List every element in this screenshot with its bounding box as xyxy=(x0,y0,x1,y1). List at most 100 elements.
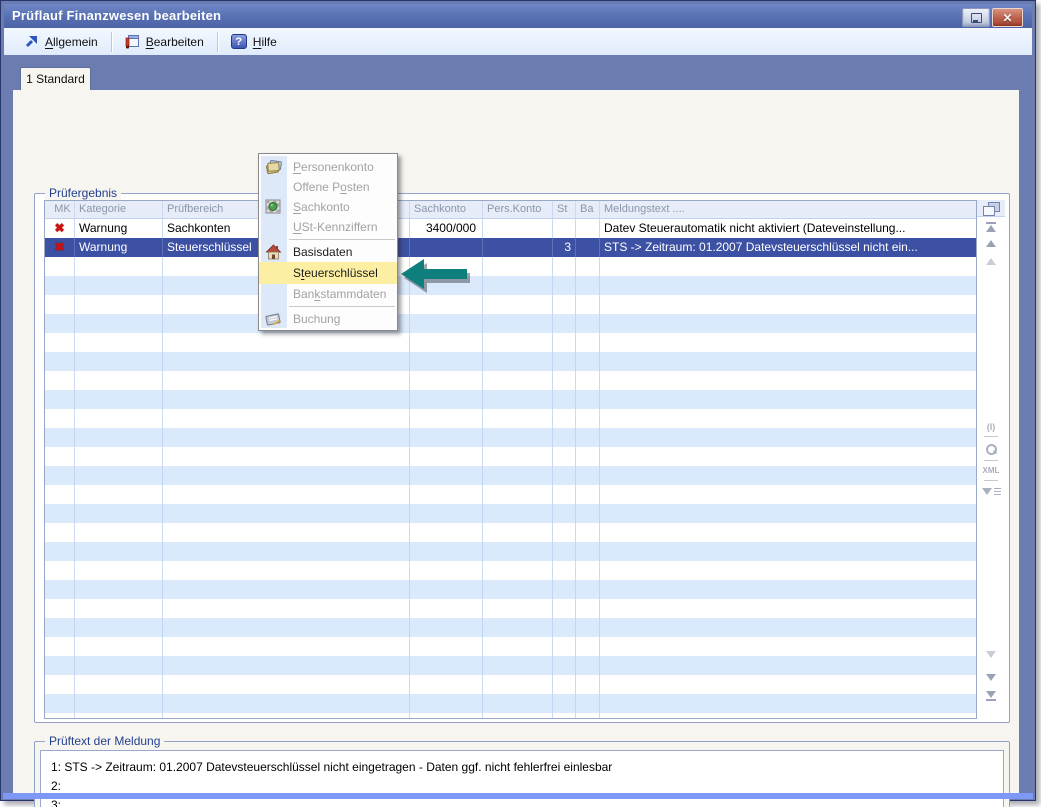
table-cell xyxy=(600,542,972,561)
count-icon[interactable]: (I) xyxy=(977,422,1005,432)
table-cell xyxy=(483,542,553,561)
menu-item-ust-kennziffern[interactable]: USt-Kennziffern xyxy=(259,217,397,237)
column-header-ba[interactable]: Ba xyxy=(576,201,600,218)
minimize-button[interactable] xyxy=(962,8,990,27)
menu-item-sachkonto[interactable]: Sachkonto xyxy=(259,197,397,217)
scroll-top-icon[interactable] xyxy=(977,221,1005,232)
table-cell xyxy=(45,599,75,618)
table-cell xyxy=(163,637,410,656)
table-cell xyxy=(483,504,553,523)
table-cell xyxy=(553,561,576,580)
table-row-empty[interactable] xyxy=(45,694,976,713)
table-cell xyxy=(410,485,483,504)
table-row-empty[interactable] xyxy=(45,314,976,333)
error-x-icon: ✖ xyxy=(54,240,64,254)
table-row-empty[interactable] xyxy=(45,485,976,504)
table-cell xyxy=(600,485,972,504)
table-row-empty[interactable] xyxy=(45,447,976,466)
table-row[interactable]: ✖ Warnung Sachkonten 3400/000 Datev Steu… xyxy=(45,219,976,238)
table-cell xyxy=(75,504,163,523)
table-cell xyxy=(576,504,600,523)
ba-cell xyxy=(576,219,600,238)
table-row-empty[interactable] xyxy=(45,504,976,523)
page-up-icon[interactable] xyxy=(977,258,1005,265)
table-cell xyxy=(483,257,553,276)
table-row-empty[interactable] xyxy=(45,276,976,295)
menu-item-buchung[interactable]: Buchung xyxy=(259,309,397,329)
table-row-empty[interactable] xyxy=(45,637,976,656)
column-header-meldungstext[interactable]: Meldungstext .... xyxy=(600,201,972,218)
table-row-selected[interactable]: ✖ Warnung Steuerschlüssel 3 STS -> Zeitr… xyxy=(45,238,976,257)
table-cell xyxy=(600,409,972,428)
table-cell xyxy=(483,618,553,637)
table-row-empty[interactable] xyxy=(45,561,976,580)
table-row-empty[interactable] xyxy=(45,675,976,694)
field-chooser-area xyxy=(977,200,1005,217)
scroll-down-icon[interactable] xyxy=(977,674,1005,681)
table-cell xyxy=(75,713,163,719)
scroll-up-icon[interactable] xyxy=(977,240,1005,247)
table-row-empty[interactable] xyxy=(45,352,976,371)
sachkonto-cell: 3400/000 xyxy=(410,219,483,238)
field-chooser-icon[interactable] xyxy=(983,202,999,215)
table-cell xyxy=(410,390,483,409)
table-row-empty[interactable] xyxy=(45,618,976,637)
table-row-empty[interactable] xyxy=(45,523,976,542)
column-header-sachkonto[interactable]: Sachkonto xyxy=(410,201,483,218)
table-cell xyxy=(45,466,75,485)
table-row-empty[interactable] xyxy=(45,656,976,675)
search-icon[interactable] xyxy=(977,443,1005,455)
table-cell xyxy=(45,352,75,371)
table-row-empty[interactable] xyxy=(45,599,976,618)
table-row-empty[interactable] xyxy=(45,409,976,428)
column-header-kategorie[interactable]: Kategorie xyxy=(75,201,163,218)
menu-item-label: Basisdaten xyxy=(293,245,352,259)
table-row-empty[interactable] xyxy=(45,466,976,485)
column-header-st[interactable]: St xyxy=(553,201,576,218)
table-row-empty[interactable] xyxy=(45,542,976,561)
table-row-empty[interactable] xyxy=(45,333,976,352)
table-cell xyxy=(75,599,163,618)
table-cell xyxy=(576,390,600,409)
menu-item-offene-posten[interactable]: Offene Posten xyxy=(259,177,397,197)
table-row-empty[interactable] xyxy=(45,428,976,447)
table-cell xyxy=(410,694,483,713)
table-row-empty[interactable] xyxy=(45,257,976,276)
mk-cell: ✖ xyxy=(45,219,75,238)
table-row-empty[interactable] xyxy=(45,295,976,314)
close-button[interactable]: ✕ xyxy=(992,8,1023,27)
table-row-empty[interactable] xyxy=(45,713,976,719)
allgemein-button[interactable]: Allgemein xyxy=(18,32,104,51)
table-cell xyxy=(553,371,576,390)
table-cell xyxy=(45,580,75,599)
column-header-perskonto[interactable]: Pers.Konto xyxy=(483,201,553,218)
table-cell xyxy=(576,618,600,637)
table-cell xyxy=(553,637,576,656)
menu-item-steuerschluessel[interactable]: Steuerschlüssel xyxy=(259,262,397,284)
table-cell xyxy=(553,656,576,675)
table-cell xyxy=(600,371,972,390)
table-cell xyxy=(553,314,576,333)
filter-icon[interactable] xyxy=(977,488,1005,495)
hilfe-button[interactable]: ? Hilfe xyxy=(225,32,283,51)
pruefergebnis-groupbox: Prüfergebnis MK Kategorie Prüfbereich Sa… xyxy=(34,193,1010,723)
xml-icon[interactable]: XML xyxy=(977,466,1005,476)
table-cell xyxy=(600,447,972,466)
tab-standard[interactable]: 1 Standard xyxy=(20,67,91,92)
table-cell xyxy=(553,295,576,314)
menu-item-personenkonto[interactable]: Personenkonto xyxy=(259,157,397,177)
table-cell xyxy=(576,675,600,694)
window-bottom-highlight xyxy=(3,793,1033,799)
table-row-empty[interactable] xyxy=(45,371,976,390)
table-cell xyxy=(163,428,410,447)
page-down-icon[interactable] xyxy=(977,651,1005,658)
table-cell xyxy=(75,694,163,713)
menu-item-basisdaten[interactable]: Basisdaten xyxy=(259,242,397,262)
scroll-bottom-icon[interactable] xyxy=(977,691,1005,702)
column-header-mk[interactable]: MK xyxy=(45,201,75,218)
menu-item-bankstammdaten[interactable]: Bankstammdaten xyxy=(259,284,397,304)
table-row-empty[interactable] xyxy=(45,580,976,599)
table-row-empty[interactable] xyxy=(45,390,976,409)
bearbeiten-button[interactable]: Bearbeiten xyxy=(119,32,210,51)
meldungstext-cell: Datev Steuerautomatik nicht aktiviert (D… xyxy=(600,219,972,238)
